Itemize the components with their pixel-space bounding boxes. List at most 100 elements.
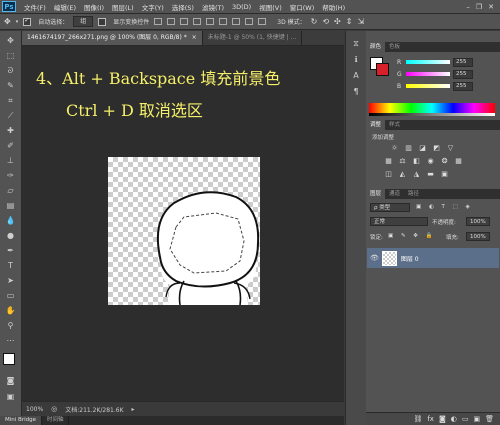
history-icon[interactable]: ⧖ xyxy=(351,39,361,49)
align-right-icon[interactable] xyxy=(219,18,228,25)
color-balance-icon[interactable]: ⚖ xyxy=(398,157,407,166)
link-layers-icon[interactable]: ⛓ xyxy=(413,415,422,423)
tab-styles[interactable]: 样式 xyxy=(385,120,404,130)
tab-swatches[interactable]: 色板 xyxy=(385,42,404,52)
foreground-color-swatch[interactable] xyxy=(3,353,15,365)
menu-select[interactable]: 选择(S) xyxy=(168,2,198,12)
exposure-icon[interactable]: ◩ xyxy=(432,144,441,153)
brightness-icon[interactable]: ☼ xyxy=(390,144,399,153)
layer-filter-icons[interactable]: ▣ ◐ T ⬚ ◈ xyxy=(416,204,473,210)
marquee-tool-icon[interactable]: ⬚ xyxy=(5,50,16,61)
eyedropper-tool-icon[interactable]: ⟋ xyxy=(5,110,16,121)
align-middle-icon[interactable] xyxy=(167,18,176,25)
distribute-icon[interactable] xyxy=(232,18,241,25)
blue-slider[interactable] xyxy=(406,84,450,88)
menu-file[interactable]: 文件(F) xyxy=(20,2,50,12)
new-layer-icon[interactable]: ▣ xyxy=(473,415,480,423)
tab-layers[interactable]: 图层 xyxy=(366,189,386,199)
layer-filter-select[interactable]: ρ 类型 xyxy=(370,203,410,212)
tab-adjustments[interactable]: 调整 xyxy=(366,120,386,130)
fx-icon[interactable]: fx xyxy=(427,415,434,423)
tab-active-document[interactable]: 1461674197_266x271.png @ 100% (图层 0, RGB… xyxy=(22,31,203,45)
quick-mask-icon[interactable]: ◙ xyxy=(5,375,16,386)
3d-rotate-icon[interactable]: ↻ xyxy=(311,17,318,26)
invert-icon[interactable]: ◫ xyxy=(384,170,393,179)
new-group-icon[interactable]: ▭ xyxy=(462,415,469,423)
more-tools-icon[interactable]: … xyxy=(5,333,16,344)
tab-mini-bridge[interactable]: Mini Bridge xyxy=(0,416,42,425)
close-icon[interactable]: ✕ xyxy=(488,3,494,11)
auto-select-checkbox[interactable] xyxy=(23,17,32,26)
shape-tool-icon[interactable]: ▭ xyxy=(5,290,16,301)
move-tool-icon[interactable]: ✥ xyxy=(5,35,16,46)
path-select-tool-icon[interactable]: ➤ xyxy=(5,275,16,286)
posterize-icon[interactable]: ◭ xyxy=(398,170,407,179)
distribute-2-icon[interactable] xyxy=(245,18,254,25)
green-value[interactable]: 255 xyxy=(453,69,473,79)
restore-icon[interactable]: ❐ xyxy=(476,3,482,11)
photo-filter-icon[interactable]: ◉ xyxy=(426,157,435,166)
show-transform-checkbox[interactable] xyxy=(98,17,107,26)
menu-help[interactable]: 帮助(H) xyxy=(318,2,349,12)
3d-roll-icon[interactable]: ⟲ xyxy=(322,17,329,26)
visibility-eye-icon[interactable]: 👁 xyxy=(370,254,379,262)
character-icon[interactable]: A xyxy=(351,71,361,81)
vibrance-icon[interactable]: ▽ xyxy=(446,144,455,153)
gradient-tool-icon[interactable]: ▤ xyxy=(5,200,16,211)
tab-color[interactable]: 颜色 xyxy=(366,42,386,52)
auto-select-dropdown[interactable]: 组 xyxy=(73,16,94,27)
screen-mode-icon[interactable]: ▣ xyxy=(5,391,16,402)
tab-paths[interactable]: 路径 xyxy=(404,189,423,199)
tab-channels[interactable]: 通道 xyxy=(385,189,404,199)
gradient-map-icon[interactable]: ▬ xyxy=(426,170,435,179)
adjustment-layer-icon[interactable]: ◐ xyxy=(451,415,457,423)
fill-input[interactable]: 100% xyxy=(466,232,490,241)
dropdown-arrow-icon[interactable]: ▾ xyxy=(16,19,19,25)
color-spectrum-bar[interactable] xyxy=(369,103,495,113)
menu-layer[interactable]: 图层(L) xyxy=(108,2,138,12)
layer-row[interactable]: 👁 图层 0 xyxy=(367,248,499,268)
tab-untitled-document[interactable]: 未标题-1 @ 50% (1, 快捷键 | ... xyxy=(203,31,303,45)
menu-filter[interactable]: 滤镜(T) xyxy=(198,2,228,12)
curves-icon[interactable]: ◪ xyxy=(418,144,427,153)
menu-view[interactable]: 视图(V) xyxy=(255,2,286,12)
3d-drag-icon[interactable]: ✣ xyxy=(334,17,341,26)
lasso-tool-icon[interactable]: ᘐ xyxy=(5,65,16,76)
black-white-icon[interactable]: ◧ xyxy=(412,157,421,166)
eraser-tool-icon[interactable]: ▱ xyxy=(5,185,16,196)
blur-tool-icon[interactable]: 💧 xyxy=(5,215,16,226)
blue-value[interactable]: 255 xyxy=(453,81,473,91)
add-mask-icon[interactable]: ◙ xyxy=(439,415,446,423)
color-lookup-icon[interactable]: ▦ xyxy=(454,157,463,166)
status-icon[interactable]: ◎ xyxy=(51,405,57,413)
pen-tool-icon[interactable]: ✒ xyxy=(5,245,16,256)
quick-select-tool-icon[interactable]: ✎ xyxy=(5,80,16,91)
threshold-icon[interactable]: ◮ xyxy=(412,170,421,179)
brush-tool-icon[interactable]: ✐ xyxy=(5,140,16,151)
channel-mixer-icon[interactable]: ❂ xyxy=(440,157,449,166)
red-value[interactable]: 255 xyxy=(453,57,473,67)
hand-tool-icon[interactable]: ✋ xyxy=(5,305,16,316)
trash-icon[interactable]: 🗑 xyxy=(485,415,494,423)
minimize-icon[interactable]: – xyxy=(466,3,470,11)
zoom-level[interactable]: 100% xyxy=(26,406,43,413)
menu-window[interactable]: 窗口(W) xyxy=(286,2,319,12)
3d-slide-icon[interactable]: ⇕ xyxy=(346,17,353,26)
panel-background-swatch[interactable] xyxy=(376,63,389,76)
align-center-icon[interactable] xyxy=(206,18,215,25)
zoom-tool-icon[interactable]: ⚲ xyxy=(5,320,16,331)
red-slider[interactable] xyxy=(406,60,450,64)
crop-tool-icon[interactable]: ⌗ xyxy=(5,95,16,106)
distribute-3-icon[interactable] xyxy=(258,18,267,25)
hue-saturation-icon[interactable]: ▦ xyxy=(384,157,393,166)
healing-brush-tool-icon[interactable]: ✚ xyxy=(5,125,16,136)
paragraph-icon[interactable]: ¶ xyxy=(351,87,361,97)
menu-3d[interactable]: 3D(D) xyxy=(228,3,255,11)
selective-color-icon[interactable]: ▣ xyxy=(440,170,449,179)
align-top-icon[interactable] xyxy=(154,18,163,25)
history-brush-tool-icon[interactable]: ✑ xyxy=(5,170,16,181)
type-tool-icon[interactable]: T xyxy=(5,260,16,271)
layer-name[interactable]: 图层 0 xyxy=(401,254,419,263)
align-left-icon[interactable] xyxy=(193,18,202,25)
grayscale-bar[interactable] xyxy=(369,113,495,116)
